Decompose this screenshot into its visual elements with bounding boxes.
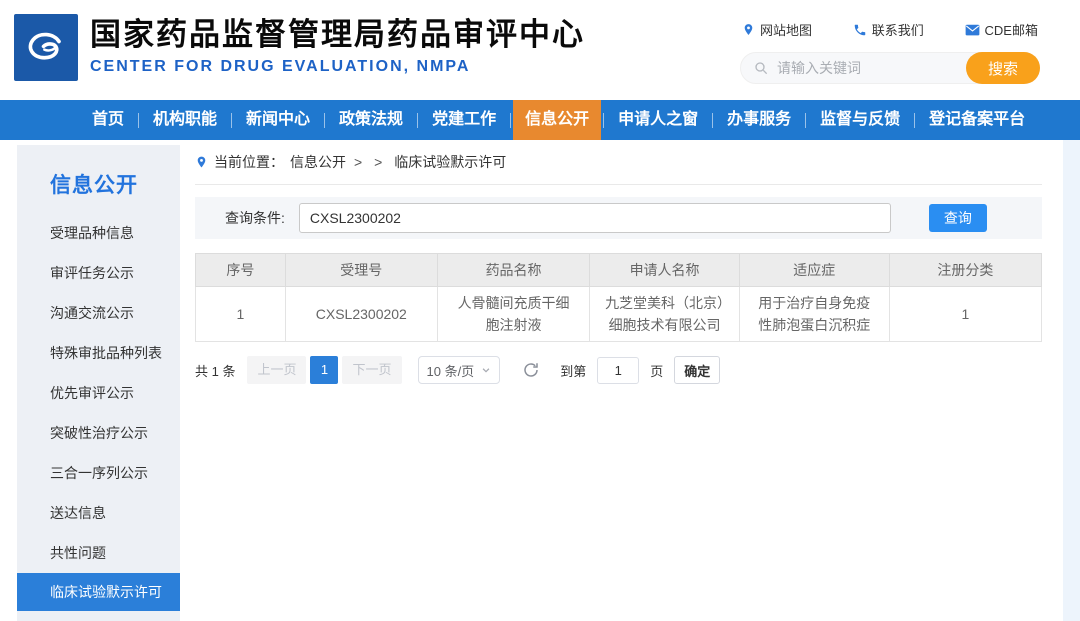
nav-item-home[interactable]: 首页: [80, 100, 136, 140]
nav-separator: [324, 113, 325, 128]
site-title: 国家药品监督管理局药品审评中心: [90, 17, 585, 53]
nav-separator: [603, 113, 604, 128]
site-subtitle: CENTER FOR DRUG EVALUATION, NMPA: [90, 58, 585, 76]
nav-item-supervision-feedback[interactable]: 监督与反馈: [808, 100, 912, 140]
query-label: 查询条件:: [225, 208, 285, 228]
confirm-button[interactable]: 确定: [674, 356, 720, 384]
cde-logo: [14, 14, 78, 81]
table-row: 1 CXSL2300202 人骨髓间充质干细胞注射液 九芝堂美科（北京）细胞技术…: [196, 287, 1042, 342]
cell-index: 1: [196, 287, 286, 342]
nav-item-news[interactable]: 新闻中心: [234, 100, 322, 140]
table-header-registration-class: 注册分类: [889, 254, 1041, 287]
sidebar: 信息公开 受理品种信息 审评任务公示 沟通交流公示 特殊审批品种列表 优先审评公…: [17, 145, 180, 621]
nav-item-policies[interactable]: 政策法规: [327, 100, 415, 140]
cell-applicant: 九芝堂美科（北京）细胞技术有限公司: [590, 287, 740, 342]
site-title-block: 国家药品监督管理局药品审评中心 CENTER FOR DRUG EVALUATI…: [90, 17, 585, 76]
cde-mail-link-label: CDE邮箱: [985, 20, 1038, 39]
page-number-button[interactable]: 1: [310, 356, 338, 384]
cell-indication: 用于治疗自身免疫性肺泡蛋白沉积症: [739, 287, 889, 342]
cell-registration-class: 1: [889, 287, 1041, 342]
page: 国家药品监督管理局药品审评中心 CENTER FOR DRUG EVALUATI…: [0, 0, 1080, 621]
cell-acceptance-no: CXSL2300202: [285, 287, 437, 342]
pagination: 共 1 条 上一页 1 下一页 10 条/页 到第 页 确定: [195, 356, 1042, 384]
nav-item-services[interactable]: 办事服务: [715, 100, 803, 140]
envelope-icon: [965, 24, 980, 36]
sidebar-title: 信息公开: [50, 169, 180, 199]
sidebar-item-clinical-trial-implied-license[interactable]: 临床试验默示许可: [17, 573, 180, 611]
sidebar-item-accepted-varieties[interactable]: 受理品种信息: [17, 213, 180, 253]
contact-us-link[interactable]: 联系我们: [853, 20, 924, 39]
sitemap-link-label: 网站地图: [760, 20, 812, 39]
nav-separator: [914, 113, 915, 128]
nav-separator: [712, 113, 713, 128]
chevron-down-icon: [481, 365, 491, 375]
nav-item-info-disclosure[interactable]: 信息公开: [513, 100, 601, 140]
nav-separator: [805, 113, 806, 128]
site-header: 国家药品监督管理局药品审评中心 CENTER FOR DRUG EVALUATI…: [0, 0, 1080, 100]
sidebar-item-communication[interactable]: 沟通交流公示: [17, 293, 180, 333]
phone-icon: [853, 23, 867, 37]
page-size-select[interactable]: 10 条/页: [418, 356, 501, 384]
goto-page-label: 到第: [560, 361, 586, 380]
goto-page-unit: 页: [650, 361, 663, 380]
breadcrumb: 当前位置： 信息公开 > > 临床试验默示许可: [195, 152, 1042, 185]
cde-mail-link[interactable]: CDE邮箱: [965, 20, 1038, 39]
page-size-value: 10 条/页: [427, 361, 475, 380]
prev-page-button[interactable]: 上一页: [247, 356, 306, 384]
table-header-drug-name: 药品名称: [437, 254, 589, 287]
next-page-button[interactable]: 下一页: [342, 356, 401, 384]
breadcrumb-page: 临床试验默示许可: [394, 152, 506, 172]
nav-item-registration-platform[interactable]: 登记备案平台: [917, 100, 1037, 140]
query-bar: 查询条件: 查询: [195, 197, 1042, 239]
sidebar-item-priority-review[interactable]: 优先审评公示: [17, 373, 180, 413]
search-button[interactable]: 搜索: [966, 52, 1040, 84]
sidebar-item-special-approval[interactable]: 特殊审批品种列表: [17, 333, 180, 373]
sidebar-item-three-in-one[interactable]: 三合一序列公示: [17, 453, 180, 493]
pagination-total: 共 1 条: [195, 361, 235, 380]
cde-swirl-icon: [20, 22, 72, 74]
contact-us-link-label: 联系我们: [872, 20, 924, 39]
search-icon: [753, 60, 769, 76]
table-header-row: 序号 受理号 药品名称 申请人名称 适应症 注册分类: [196, 254, 1042, 287]
table-header-acceptance-no: 受理号: [285, 254, 437, 287]
query-button[interactable]: 查询: [929, 204, 987, 232]
header-right: 网站地图 联系我们 CDE邮箱: [740, 20, 1040, 84]
sidebar-item-common-issues[interactable]: 共性问题: [17, 533, 180, 573]
sidebar-item-review-tasks[interactable]: 审评任务公示: [17, 253, 180, 293]
table-header-applicant: 申请人名称: [590, 254, 740, 287]
goto-page-input[interactable]: [597, 357, 639, 384]
main-content: 当前位置： 信息公开 > > 临床试验默示许可 查询条件: 查询 序号 受理号 …: [195, 152, 1042, 384]
breadcrumb-label: 当前位置：: [214, 152, 284, 172]
sitemap-link[interactable]: 网站地图: [742, 20, 812, 39]
sidebar-item-breakthrough-therapy[interactable]: 突破性治疗公示: [17, 413, 180, 453]
nav-separator: [231, 113, 232, 128]
nav-item-applicant-window[interactable]: 申请人之窗: [606, 100, 710, 140]
breadcrumb-pin-icon: [195, 154, 208, 170]
breadcrumb-separator: > >: [354, 154, 386, 170]
quick-links: 网站地图 联系我们 CDE邮箱: [740, 20, 1040, 39]
nav-separator: [138, 113, 139, 128]
nav-item-org-functions[interactable]: 机构职能: [141, 100, 229, 140]
refresh-icon[interactable]: [522, 361, 540, 379]
location-pin-icon: [742, 22, 755, 37]
results-table: 序号 受理号 药品名称 申请人名称 适应症 注册分类 1 CXSL2300202…: [195, 253, 1042, 342]
nav-separator: [417, 113, 418, 128]
table-header-index: 序号: [196, 254, 286, 287]
site-search: 搜索: [740, 52, 1040, 84]
sidebar-item-delivery-info[interactable]: 送达信息: [17, 493, 180, 533]
breadcrumb-section[interactable]: 信息公开: [290, 152, 346, 172]
page-right-gutter: [1063, 140, 1080, 621]
table-header-indication: 适应症: [739, 254, 889, 287]
nav-separator: [510, 113, 511, 128]
nav-item-party-building[interactable]: 党建工作: [420, 100, 508, 140]
query-input[interactable]: [299, 203, 891, 233]
cell-drug-name: 人骨髓间充质干细胞注射液: [437, 287, 589, 342]
main-nav: 首页 机构职能 新闻中心 政策法规 党建工作 信息公开 申请人之窗 办事服务 监…: [0, 100, 1080, 140]
